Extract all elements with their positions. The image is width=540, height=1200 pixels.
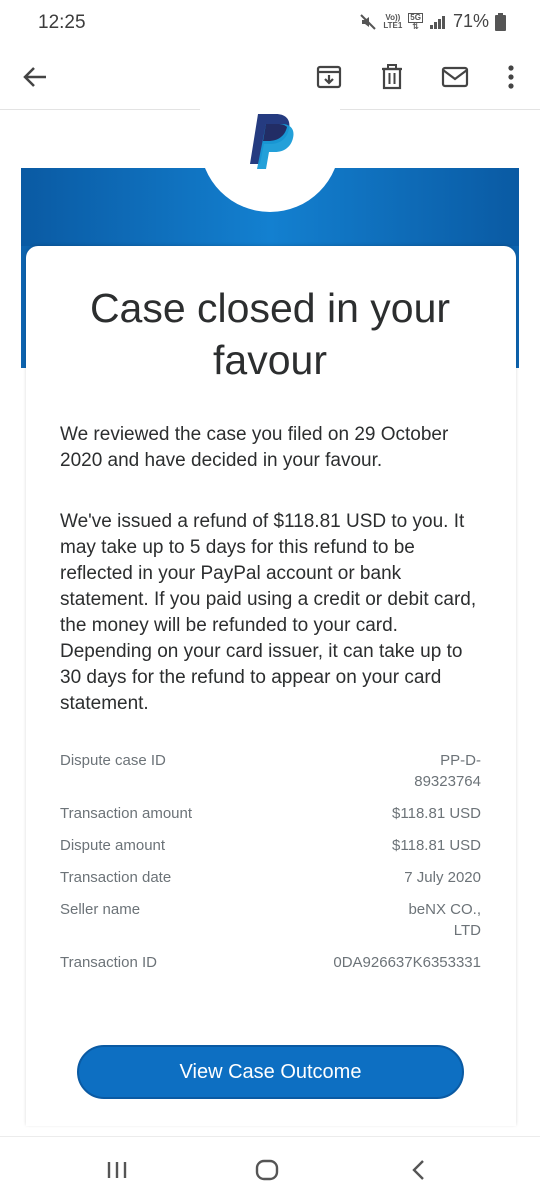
detail-row: Transaction amount $118.81 USD — [60, 803, 481, 824]
back-button[interactable] — [14, 56, 56, 98]
status-time: 12:25 — [38, 12, 86, 33]
mute-icon — [360, 13, 377, 30]
more-vert-icon — [508, 65, 514, 89]
volte-indicator: Vo)) LTE1 — [383, 12, 403, 30]
detail-label: Transaction amount — [60, 805, 193, 822]
back-arrow-icon — [23, 67, 46, 87]
detail-value: $118.81 USD — [392, 837, 481, 854]
detail-label: Transaction ID — [60, 954, 157, 971]
detail-label: Dispute amount — [60, 837, 166, 854]
detail-value: beNX CO., LTD — [408, 901, 481, 939]
detail-label: Dispute case ID — [60, 752, 166, 769]
detail-value: $118.81 USD — [392, 805, 481, 822]
case-review-paragraph: We reviewed the case you filed on 29 Oct… — [60, 424, 449, 471]
network-indicator: 5G ⇅ — [408, 12, 423, 31]
more-options-button[interactable] — [490, 56, 532, 98]
paypal-logo-icon — [250, 114, 294, 169]
signal-icon — [429, 15, 445, 29]
detail-row: Seller name beNX CO., LTD — [60, 899, 481, 941]
case-headline: Case closed in your favour — [89, 285, 451, 383]
nav-back-button[interactable] — [398, 1155, 438, 1185]
recent-apps-button[interactable] — [97, 1155, 137, 1185]
view-case-outcome-button[interactable]: View Case Outcome — [77, 1045, 464, 1099]
detail-row: Dispute amount $118.81 USD — [60, 835, 481, 856]
detail-value: 0DA926637K6353331 — [333, 954, 481, 971]
archive-button[interactable] — [308, 56, 350, 98]
delete-button[interactable] — [371, 56, 413, 98]
battery-percent: 71% — [452, 11, 489, 31]
detail-value: PP-D- 89323764 — [414, 752, 481, 790]
mark-unread-button[interactable] — [434, 56, 476, 98]
status-icons: Vo)) LTE1 5G ⇅ 71% — [359, 11, 506, 32]
archive-icon — [316, 65, 342, 89]
detail-row: Dispute case ID PP-D- 89323764 — [60, 750, 481, 792]
home-button[interactable] — [247, 1155, 287, 1185]
detail-row: Transaction ID 0DA926637K6353331 — [60, 952, 481, 973]
status-bar: 12:25 Vo)) LTE1 5G ⇅ 71% — [0, 0, 540, 44]
system-nav-bar — [0, 1136, 540, 1200]
refund-info-paragraph: We've issued a refund of $118.81 USD to … — [60, 511, 477, 714]
case-details-table: Dispute case ID PP-D- 89323764 Transacti… — [60, 750, 481, 984]
battery-icon — [495, 12, 506, 31]
detail-label: Seller name — [60, 901, 141, 918]
detail-row: Transaction date 7 July 2020 — [60, 867, 481, 888]
delete-icon — [382, 64, 402, 90]
detail-label: Transaction date — [60, 869, 172, 886]
home-icon — [255, 1159, 279, 1181]
mark-unread-icon — [441, 66, 469, 88]
detail-value: 7 July 2020 — [404, 869, 481, 886]
recent-apps-icon — [107, 1162, 127, 1178]
back-icon — [412, 1160, 424, 1180]
